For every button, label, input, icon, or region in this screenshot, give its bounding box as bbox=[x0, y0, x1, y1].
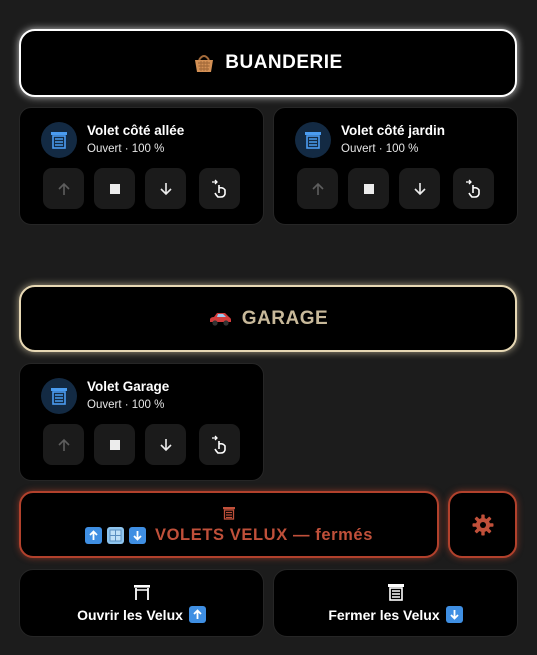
window-shutter-icon bbox=[222, 506, 236, 525]
window-shutter-icon bbox=[295, 122, 331, 158]
stop-cover-button[interactable] bbox=[348, 168, 389, 209]
open-velux-label: Ouvrir les Velux bbox=[77, 606, 183, 623]
close-velux-label: Fermer les Velux bbox=[328, 606, 440, 623]
arrow-down-icon bbox=[159, 438, 172, 451]
stop-cover-button[interactable] bbox=[94, 424, 135, 465]
tilt-hand-icon bbox=[465, 179, 480, 198]
more-controls-button[interactable] bbox=[199, 424, 240, 465]
close-cover-button[interactable] bbox=[145, 168, 186, 209]
open-cover-button[interactable] bbox=[297, 168, 338, 209]
stop-icon bbox=[363, 183, 374, 194]
window-shutter-icon bbox=[41, 122, 77, 158]
velux-settings-button[interactable] bbox=[448, 491, 517, 558]
up-arrow-emoji-icon bbox=[188, 606, 206, 623]
section-title: GARAGE bbox=[241, 307, 329, 329]
tilt-hand-icon bbox=[211, 179, 226, 198]
arrow-up-icon bbox=[57, 182, 70, 195]
close-cover-button[interactable] bbox=[145, 424, 186, 465]
more-controls-button[interactable] bbox=[453, 168, 494, 209]
window-emoji-icon bbox=[107, 527, 124, 544]
stop-icon bbox=[109, 439, 120, 450]
car-icon bbox=[208, 311, 232, 327]
open-cover-button[interactable] bbox=[43, 168, 84, 209]
up-arrow-emoji-icon bbox=[85, 527, 102, 544]
section-header-buanderie[interactable]: BUANDERIE bbox=[19, 29, 517, 97]
arrow-up-icon bbox=[57, 438, 70, 451]
window-shutter-open-icon bbox=[133, 583, 151, 601]
cover-state: Ouvert · 100 % bbox=[87, 399, 165, 411]
open-cover-button[interactable] bbox=[43, 424, 84, 465]
window-shutter-icon bbox=[41, 378, 77, 414]
laundry-basket-icon bbox=[193, 53, 215, 73]
down-arrow-emoji-icon bbox=[129, 527, 146, 544]
tilt-hand-icon bbox=[211, 435, 226, 454]
section-title: BUANDERIE bbox=[225, 52, 343, 73]
arrow-up-icon bbox=[311, 182, 324, 195]
cover-card-volet-garage[interactable]: Volet Garage Ouvert · 100 % bbox=[19, 363, 264, 481]
cover-name: Volet Garage bbox=[87, 379, 170, 394]
cover-name: Volet côté allée bbox=[87, 123, 185, 138]
velux-status-label: VOLETS VELUX — fermés bbox=[155, 526, 373, 544]
close-cover-button[interactable] bbox=[399, 168, 440, 209]
cover-state: Ouvert · 100 % bbox=[341, 143, 419, 155]
stop-cover-button[interactable] bbox=[94, 168, 135, 209]
arrow-down-icon bbox=[159, 182, 172, 195]
open-velux-button[interactable]: Ouvrir les Velux bbox=[19, 569, 264, 637]
window-shutter-icon bbox=[387, 583, 405, 601]
gear-icon bbox=[472, 514, 493, 535]
section-header-garage[interactable]: GARAGE bbox=[19, 285, 517, 352]
down-arrow-emoji-icon bbox=[445, 606, 463, 623]
cover-name: Volet côté jardin bbox=[341, 123, 446, 138]
more-controls-button[interactable] bbox=[199, 168, 240, 209]
velux-status-card[interactable]: VOLETS VELUX — fermés bbox=[19, 491, 439, 558]
cover-state: Ouvert · 100 % bbox=[87, 143, 165, 155]
cover-card-volet-cote-allee[interactable]: Volet côté allée Ouvert · 100 % bbox=[19, 107, 264, 225]
arrow-down-icon bbox=[413, 182, 426, 195]
cover-card-volet-cote-jardin[interactable]: Volet côté jardin Ouvert · 100 % bbox=[273, 107, 518, 225]
close-velux-button[interactable]: Fermer les Velux bbox=[273, 569, 518, 637]
stop-icon bbox=[109, 183, 120, 194]
